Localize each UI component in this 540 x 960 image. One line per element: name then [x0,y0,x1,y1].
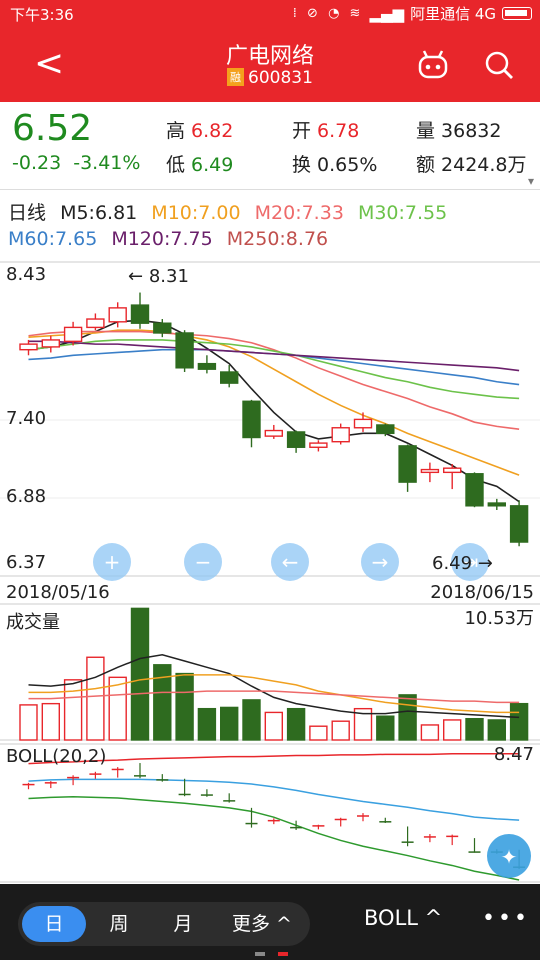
tab-month[interactable]: 月 [154,902,212,946]
volume-bar-up [86,656,105,741]
y-tick-min: 6.37 [6,552,47,573]
candle-up [86,318,105,329]
candle-up [353,418,373,429]
tab-week[interactable]: 周 [90,902,148,946]
nav-indicator-left [255,952,265,956]
candle-down [197,362,217,370]
scroll-left-button-glyph: ← [282,550,299,574]
tab-day[interactable]: 日 [22,906,86,942]
scroll-right-button-glyph: → [372,550,389,574]
m10-line [28,329,520,476]
more-options-button[interactable]: ••• [482,906,530,931]
candle-down [509,505,529,543]
candle-down [487,502,506,507]
scroll-right-button[interactable]: → [361,543,399,581]
bottom-toolbar: 日 周 月 更多 ^ BOLL ^ ••• [0,884,540,960]
candle-up [443,467,462,474]
scroll-left-button[interactable]: ← [271,543,309,581]
min-price-marker: 6.49 → [432,553,493,574]
volume-bar-down [509,702,529,741]
volume-bar-up [331,720,350,741]
candle-down [286,431,306,448]
m120-line [28,340,520,372]
volume-bar-up [19,704,38,741]
volume-bar-down [376,715,395,741]
y-tick-low: 6.88 [6,486,47,507]
volume-bar-down [487,719,506,741]
volume-bar-down [130,607,150,741]
volume-bar-down [197,707,217,741]
max-price-marker: ← 8.31 [128,266,189,287]
candle-down [465,473,484,507]
y-tick-mid: 7.40 [6,408,47,429]
indicator-selector[interactable]: BOLL ^ [364,906,442,930]
candle-up [420,468,440,474]
volume-bar-up [108,676,127,741]
candle-down [242,400,261,439]
tab-more[interactable]: 更多 ^ [218,902,306,946]
candle-down [130,304,150,324]
y-tick-high: 8.43 [6,264,47,285]
candle-up [41,339,60,348]
boll-max-label: 8.47 [493,744,534,765]
volume-bar-down [219,706,239,741]
nav-indicator-right [278,952,288,956]
stock-detail-screen: 下午3:36 ⁞ ⊘ ◔ ≋ ▂▄▆ 阿里通信 4G < 广电网络 融 60083… [0,0,540,960]
m60-line [28,348,520,386]
lightbulb-icon: ✦ [501,845,518,869]
candle-up [264,429,283,437]
candle-down [398,445,417,483]
volume-bar-up [420,724,440,741]
m20-line [28,330,520,430]
volume-bar-up [41,702,60,741]
volume-bar-down [465,717,484,741]
volume-bar-down [175,672,194,741]
date-start: 2018/05/16 [6,582,110,603]
period-switcher: 日 周 月 更多 ^ [18,902,310,946]
candle-up [331,427,350,443]
volume-title: 成交量 [6,612,60,633]
candle-up [309,442,328,448]
volume-bar-down [286,707,306,741]
candle-up [63,326,83,343]
boll-title: BOLL(20,2) [6,746,107,767]
candle-down [153,322,172,334]
candle-down [219,371,239,384]
volume-bar-down [398,694,417,741]
zoom-in-button-glyph: + [104,550,121,574]
date-end: 2018/06/15 [430,582,534,603]
zoom-out-button[interactable]: − [184,543,222,581]
volume-bar-up [63,679,83,741]
min-price-label: 6.49 [432,553,473,574]
volume-bar-up [309,725,328,741]
candle-down [175,332,194,369]
candle-up [108,307,127,323]
candle-down [376,424,395,435]
zoom-out-button-glyph: − [195,550,212,574]
volume-bar-up [443,719,462,741]
boll-mid-line [28,778,520,821]
max-price-label: 8.31 [148,266,189,287]
volume-max-label: 10.53万 [464,608,534,629]
candle-up [19,343,38,351]
volume-bar-down [242,699,261,741]
zoom-in-button[interactable]: + [93,543,131,581]
volume-bar-up [264,711,283,741]
boll-lower-line [28,796,520,881]
